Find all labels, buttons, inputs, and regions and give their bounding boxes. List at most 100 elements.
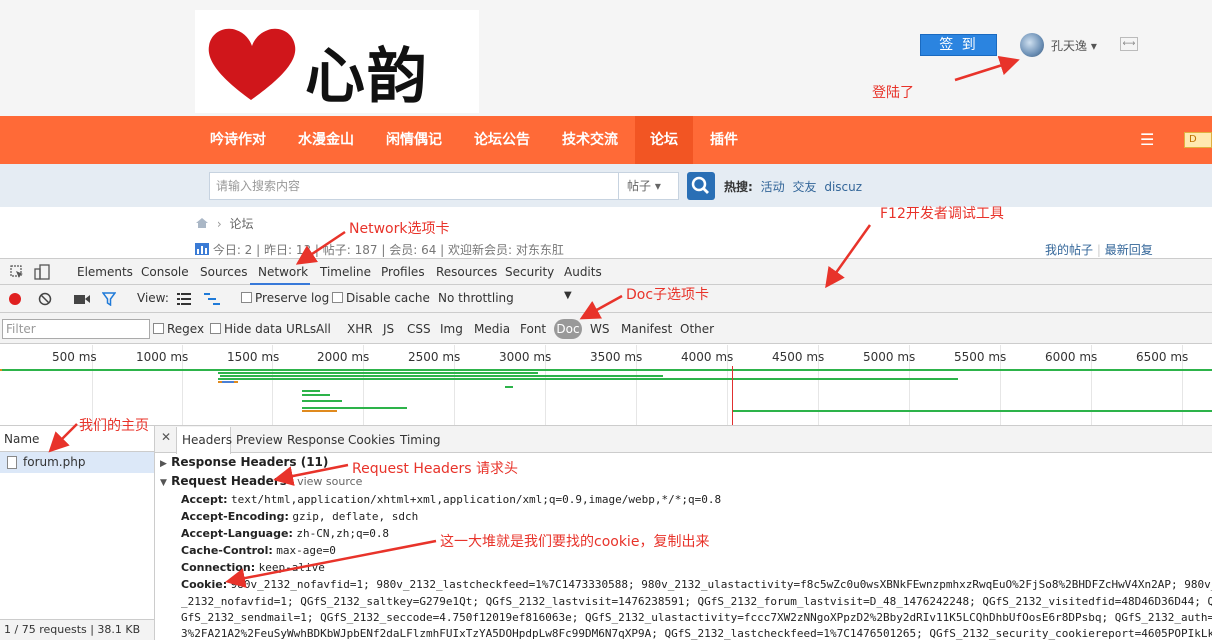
tab-network[interactable]: Network [258, 265, 308, 279]
filter-other[interactable]: Other [680, 322, 714, 336]
tab-timing[interactable]: Timing [400, 433, 441, 447]
header-value: max-age=0 [276, 544, 336, 557]
filter-icon[interactable] [102, 292, 116, 306]
timeline-tick-label: 3500 ms [590, 350, 643, 364]
tab-response[interactable]: Response [287, 433, 345, 447]
throttling-select[interactable]: No throttling [438, 291, 514, 305]
timeline-tick-label: 5500 ms [954, 350, 1007, 364]
timeline-tick-label: 2000 ms [317, 350, 370, 364]
preserve-log-label: Preserve log [255, 291, 330, 305]
filter-input[interactable]: Filter [2, 319, 150, 339]
site-logo[interactable]: 心韵 [195, 10, 479, 113]
regex-checkbox[interactable]: Regex [153, 322, 204, 336]
annotation-f12-tools: F12开发者调试工具 [880, 206, 1004, 222]
tab-audits[interactable]: Audits [564, 265, 602, 279]
timeline-tick-label: 6000 ms [1045, 350, 1098, 364]
header-name: Accept: [181, 493, 228, 506]
search-type-select[interactable]: 帖子 ▾ [619, 172, 679, 200]
expand-icon[interactable]: ⟷ [1120, 37, 1138, 51]
menu-icon[interactable]: ☰ [1140, 130, 1154, 149]
timeline-tick-label: 500 ms [52, 350, 97, 364]
record-icon[interactable] [9, 293, 21, 305]
filter-all[interactable]: All [316, 322, 331, 336]
hot-search: 热搜: 活动 交友 discuz [724, 178, 862, 195]
breadcrumb-separator: › [216, 217, 222, 231]
nav-item-plugins[interactable]: 插件 [710, 116, 738, 164]
cookie-line: _2132_nofavfid=1; QGfS_2132_saltkey=G279… [181, 595, 1212, 608]
breadcrumb-forum[interactable]: 论坛 [229, 217, 253, 231]
disable-cache-checkbox[interactable]: Disable cache [332, 291, 430, 305]
close-icon[interactable]: ✕ [161, 430, 171, 444]
timeline-tick-label: 3000 ms [499, 350, 552, 364]
home-icon[interactable] [195, 217, 209, 229]
filter-bar: Regex Hide data URLs All XHR JS CSS Img … [0, 313, 1212, 344]
hot-tag[interactable]: 交友 [792, 180, 816, 194]
filter-xhr[interactable]: XHR [347, 322, 373, 336]
timeline-tick-label: 5000 ms [863, 350, 916, 364]
annotation-doc-tab: Doc子选项卡 [626, 287, 710, 303]
disable-cache-label: Disable cache [346, 291, 430, 305]
logo-text: 心韵 [305, 42, 429, 112]
document-icon [7, 456, 17, 469]
network-toolbar: View: Preserve log Disable cache No thro… [0, 285, 1212, 313]
request-headers-section[interactable]: ▼ Request Headers view source [160, 474, 362, 488]
chevron-down-icon[interactable]: ▼ [564, 290, 572, 301]
nav-item-announcements[interactable]: 论坛公告 [474, 116, 530, 164]
overview-icon[interactable] [204, 293, 220, 305]
request-summary: 1 / 75 requests | 38.1 KB /... [0, 619, 154, 640]
inspect-icon[interactable] [10, 265, 24, 279]
nav-item-forum[interactable]: 论坛 [635, 116, 693, 164]
header-value: zh-CN,zh;q=0.8 [296, 527, 390, 540]
preserve-log-checkbox[interactable]: Preserve log [241, 291, 329, 305]
tab-cookies[interactable]: Cookies [348, 433, 395, 447]
triangle-down-icon: ▼ [160, 478, 167, 488]
header-line: Cookie: 980v_2132_nofavfid=1; 980v_2132_… [181, 578, 1212, 591]
capture-screenshots-icon[interactable] [74, 293, 90, 305]
filter-css[interactable]: CSS [407, 322, 431, 336]
header-value: gzip, deflate, sdch [292, 510, 419, 523]
response-headers-section[interactable]: ▶ Response Headers (11) [160, 455, 328, 469]
hot-tag[interactable]: discuz [824, 180, 862, 194]
clear-icon[interactable] [38, 292, 52, 306]
filter-doc[interactable]: Doc [554, 319, 582, 339]
search-button[interactable] [687, 172, 715, 200]
tab-timeline[interactable]: Timeline [320, 265, 371, 279]
tab-security[interactable]: Security [505, 265, 554, 279]
hide-data-urls-label: Hide data URLs [224, 322, 317, 336]
tab-resources[interactable]: Resources [436, 265, 497, 279]
nav-badge[interactable]: D [1184, 132, 1212, 148]
device-mode-icon[interactable] [34, 264, 50, 280]
filter-img[interactable]: Img [440, 322, 463, 336]
hot-tag[interactable]: 活动 [761, 180, 785, 194]
nav-item-water[interactable]: 水漫金山 [298, 116, 354, 164]
request-row[interactable]: forum.php [0, 452, 154, 473]
annotation-logged-in: 登陆了 [872, 85, 914, 101]
header-line: Connection: keep-alive [181, 561, 1212, 574]
breadcrumb: › 论坛 [195, 215, 253, 232]
tab-profiles[interactable]: Profiles [381, 265, 425, 279]
tab-sources[interactable]: Sources [200, 265, 247, 279]
hide-data-urls-checkbox[interactable]: Hide data URLs [210, 322, 316, 336]
tab-headers[interactable]: Headers [182, 433, 232, 447]
filter-ws[interactable]: WS [590, 322, 609, 336]
username-menu[interactable]: 孔天逸 ▾ [1051, 37, 1097, 54]
nav-item-tech[interactable]: 技术交流 [562, 116, 618, 164]
filter-js[interactable]: JS [383, 322, 394, 336]
header-value: text/html,application/xhtml+xml,applicat… [231, 493, 722, 506]
filter-media[interactable]: Media [474, 322, 510, 336]
filter-font[interactable]: Font [520, 322, 546, 336]
checkin-button[interactable]: 签 到 [920, 34, 997, 56]
triangle-right-icon: ▶ [160, 459, 167, 469]
stats-icon [195, 243, 209, 255]
search-input[interactable]: 请输入搜索内容 [209, 172, 619, 200]
tab-elements[interactable]: Elements [77, 265, 133, 279]
tab-preview[interactable]: Preview [236, 433, 283, 447]
avatar[interactable] [1020, 33, 1044, 57]
nav-item-poetry[interactable]: 吟诗作对 [210, 116, 266, 164]
filter-manifest[interactable]: Manifest [621, 322, 672, 336]
list-view-icon[interactable] [177, 293, 191, 305]
tab-console[interactable]: Console [141, 265, 189, 279]
latest-replies-link[interactable]: 最新回复 [1105, 243, 1153, 257]
my-posts-link[interactable]: 我的帖子 [1045, 243, 1093, 257]
nav-item-leisure[interactable]: 闲情偶记 [386, 116, 442, 164]
